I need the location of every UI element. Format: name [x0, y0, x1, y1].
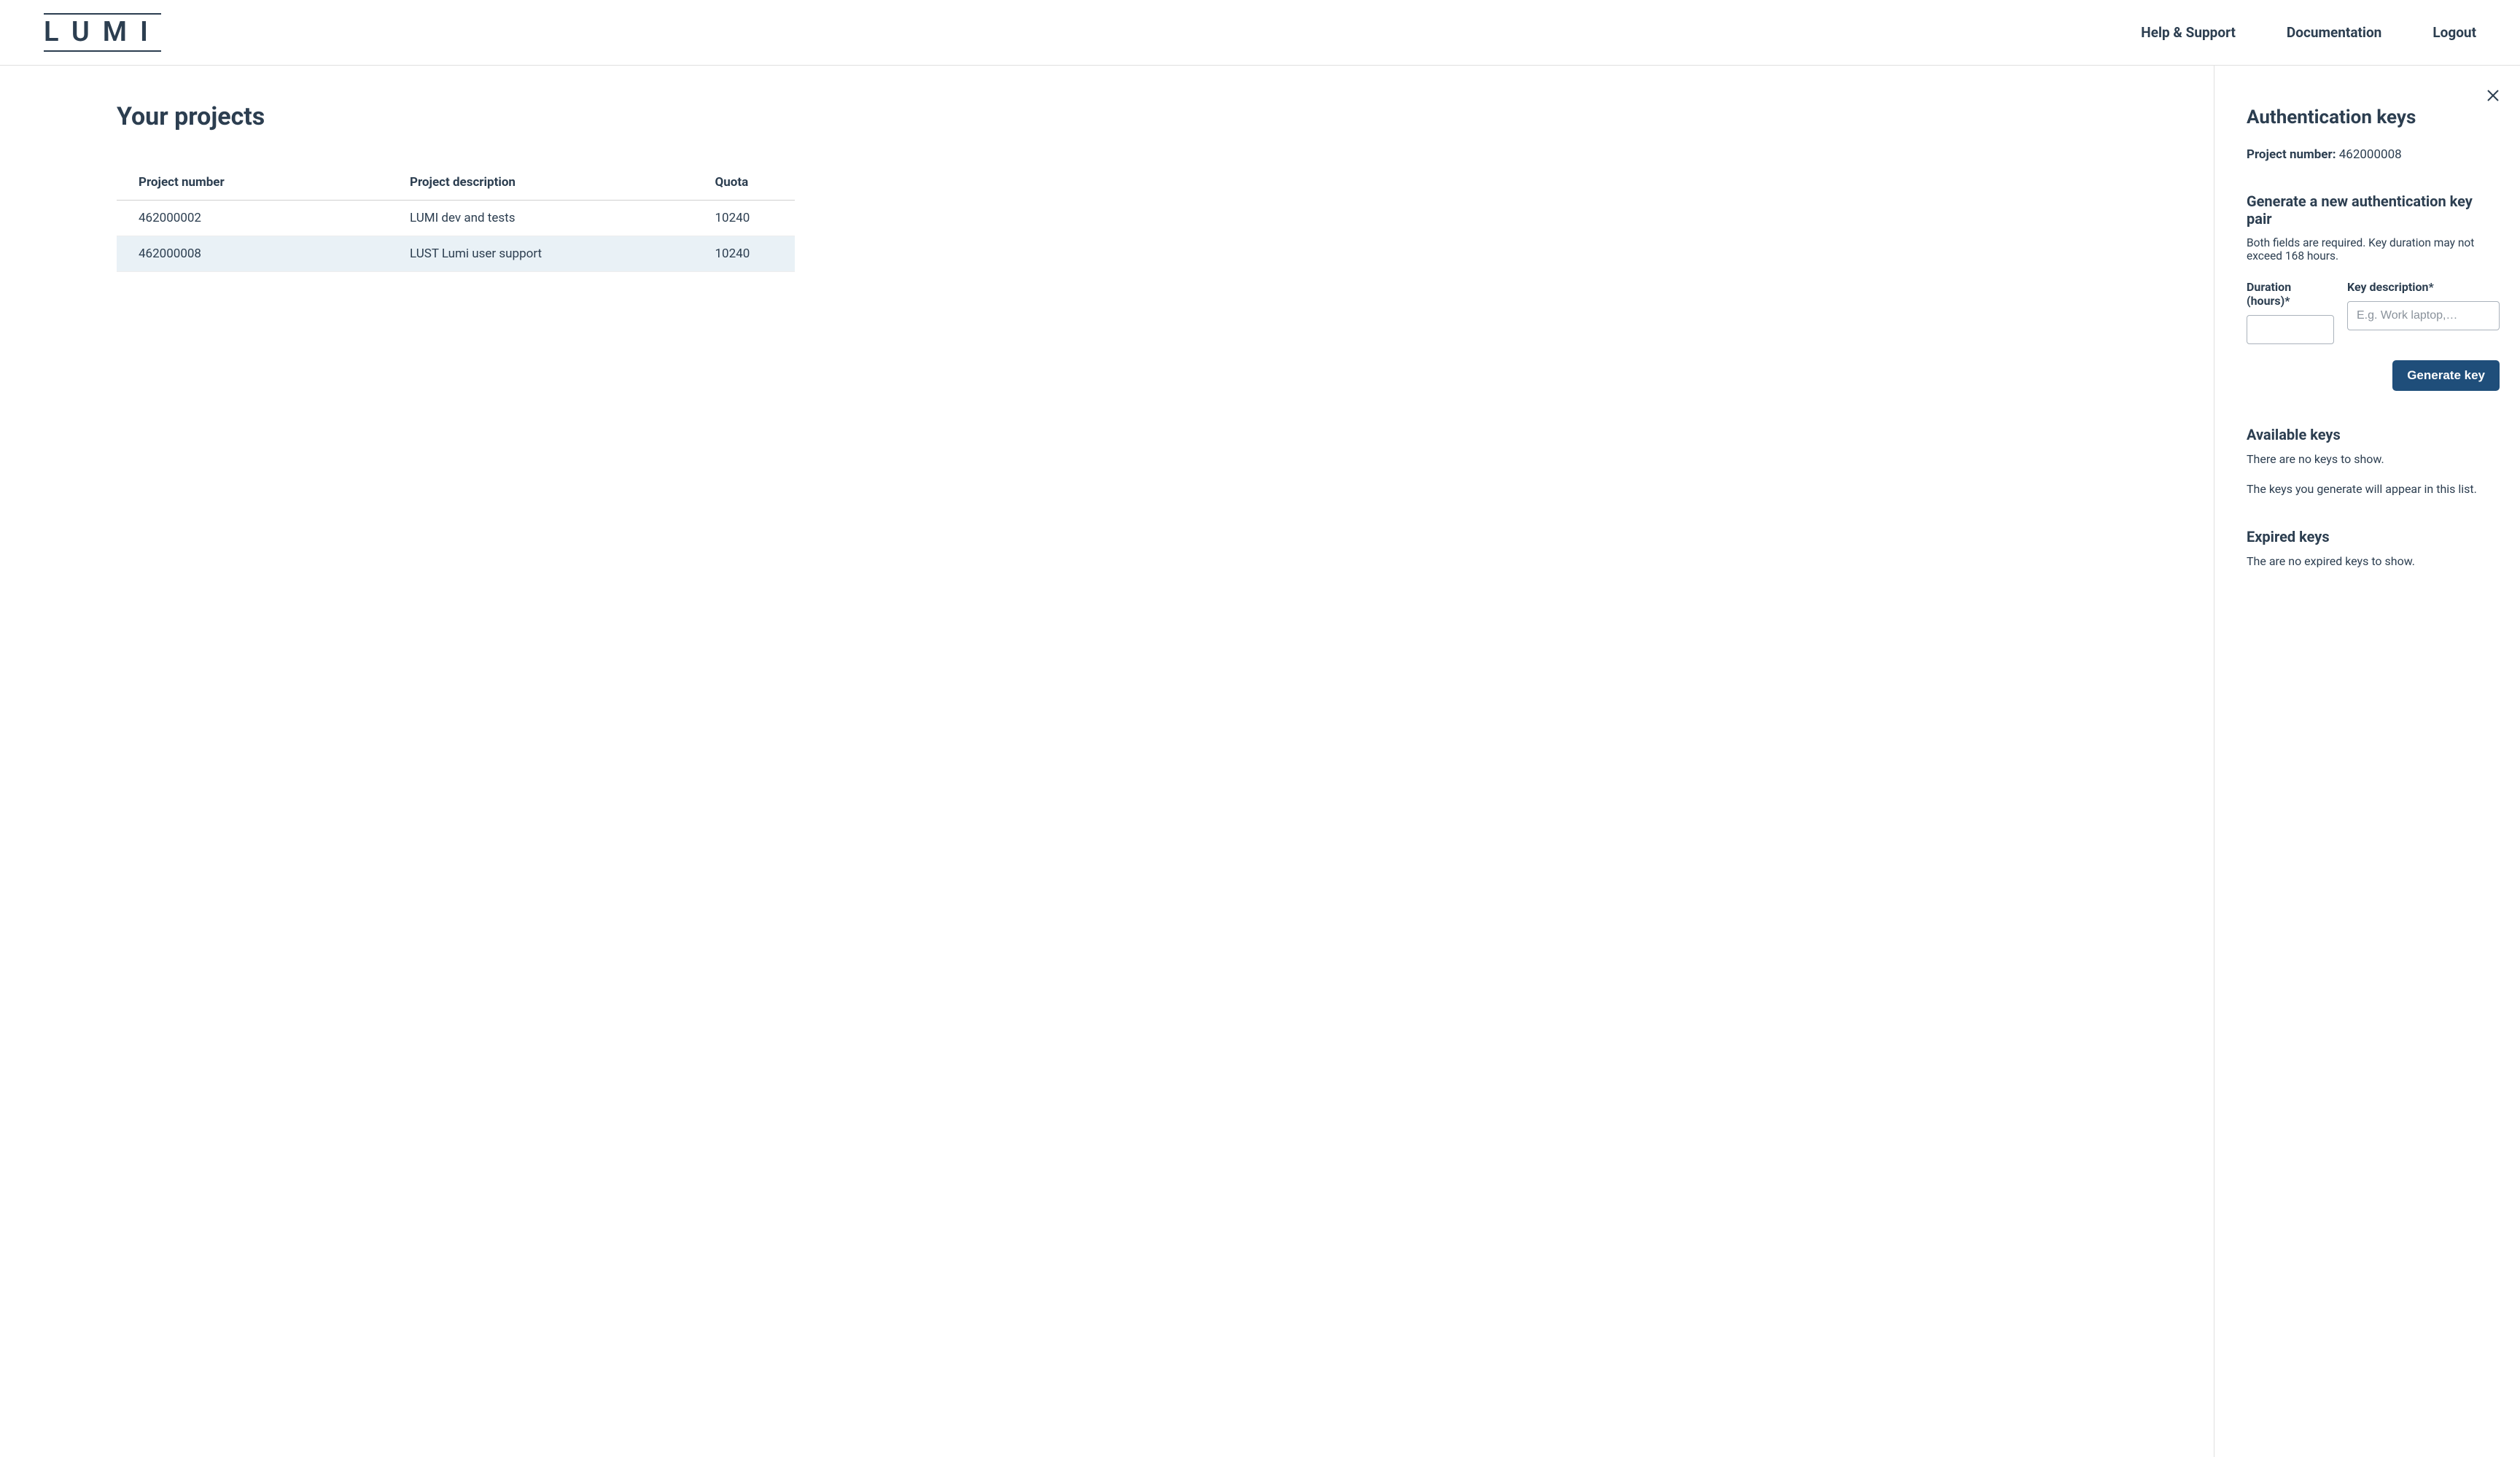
available-keys-empty1: There are no keys to show.	[2247, 452, 2500, 466]
side-panel: Authentication keys Project number: 4620…	[2214, 66, 2520, 1457]
generate-heading: Generate a new authentication key pair	[2247, 193, 2500, 228]
available-keys-section: Available keys There are no keys to show…	[2247, 426, 2500, 496]
project-number-value: 462000008	[2339, 147, 2402, 162]
cell-project-number: 462000002	[117, 201, 388, 236]
close-icon[interactable]	[2486, 88, 2500, 106]
projects-table: Project number Project description Quota…	[117, 165, 795, 272]
header: LUMI Help & Support Documentation Logout	[0, 0, 2520, 66]
cell-project-description: LUST Lumi user support	[388, 236, 693, 272]
generate-key-button[interactable]: Generate key	[2392, 360, 2500, 391]
project-number-label: Project number:	[2247, 147, 2336, 162]
expired-keys-heading: Expired keys	[2247, 528, 2500, 545]
expired-keys-empty: The are no expired keys to show.	[2247, 554, 2500, 568]
available-keys-heading: Available keys	[2247, 426, 2500, 443]
generate-form: Duration (hours)* Key description*	[2247, 280, 2500, 344]
container: Your projects Project number Project des…	[0, 66, 2520, 1457]
cell-project-number: 462000008	[117, 236, 388, 272]
nav-logout[interactable]: Logout	[2432, 24, 2476, 41]
x-icon	[2486, 89, 2500, 102]
generate-section: Generate a new authentication key pair B…	[2247, 193, 2500, 391]
page-title: Your projects	[117, 102, 2214, 131]
cell-quota: 10240	[693, 236, 796, 272]
description-label: Key description*	[2347, 280, 2500, 294]
table-row[interactable]: 462000002 LUMI dev and tests 10240	[117, 201, 795, 236]
duration-input[interactable]	[2247, 315, 2334, 344]
nav-help-support[interactable]: Help & Support	[2141, 24, 2236, 41]
description-input[interactable]	[2347, 301, 2500, 330]
table-row[interactable]: 462000008 LUST Lumi user support 10240	[117, 236, 795, 272]
description-field: Key description*	[2347, 280, 2500, 344]
generate-hint: Both fields are required. Key duration m…	[2247, 236, 2500, 263]
col-project-number: Project number	[117, 165, 388, 201]
main-content: Your projects Project number Project des…	[0, 66, 2214, 1457]
cell-project-description: LUMI dev and tests	[388, 201, 693, 236]
cell-quota: 10240	[693, 201, 796, 236]
panel-title: Authentication keys	[2247, 106, 2500, 128]
logo: LUMI	[44, 13, 161, 52]
duration-label: Duration (hours)*	[2247, 280, 2334, 308]
col-project-description: Project description	[388, 165, 693, 201]
top-nav: Help & Support Documentation Logout	[2141, 24, 2476, 41]
available-keys-empty2: The keys you generate will appear in thi…	[2247, 482, 2500, 496]
expired-keys-section: Expired keys The are no expired keys to …	[2247, 528, 2500, 568]
col-quota: Quota	[693, 165, 796, 201]
duration-field: Duration (hours)*	[2247, 280, 2334, 344]
nav-documentation[interactable]: Documentation	[2287, 24, 2381, 41]
panel-project-number: Project number: 462000008	[2247, 147, 2500, 162]
